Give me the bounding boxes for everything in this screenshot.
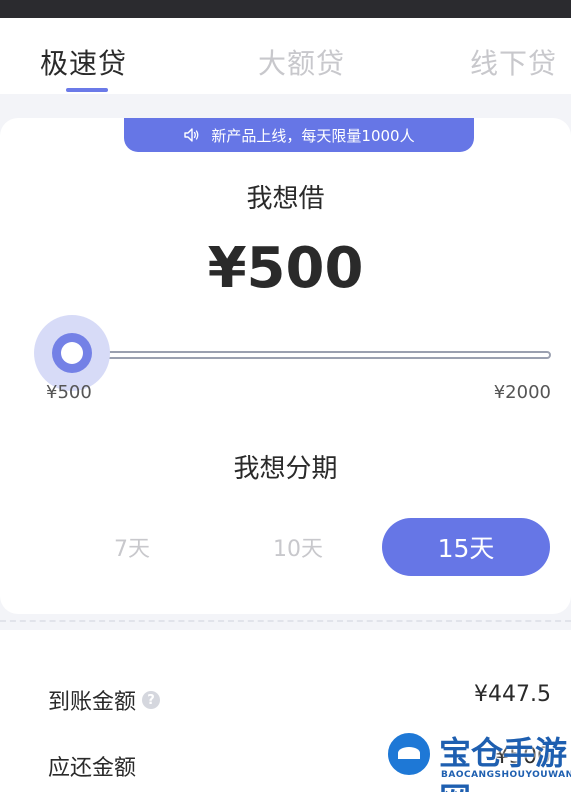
status-bar: [0, 0, 571, 18]
period-option-7-days[interactable]: 7天: [48, 518, 216, 576]
amount-slider-knob[interactable]: [52, 333, 92, 373]
period-option-10-days[interactable]: 10天: [214, 518, 382, 576]
amount-slider-track[interactable]: [70, 351, 551, 359]
site-watermark: 宝仓手游网 BAOCANGSHOUYOUWANG: [381, 722, 571, 792]
speaker-icon: [184, 128, 199, 142]
slider-max-label: ¥2000: [493, 382, 551, 403]
watermark-logo-icon: [385, 730, 433, 778]
borrow-label: 我想借: [246, 184, 325, 214]
repay-amount-label: 应还金额: [48, 756, 137, 781]
summary-row-received: 到账金额 ?: [48, 684, 161, 716]
divider: [0, 620, 571, 622]
tab-offline-loan[interactable]: 线下贷: [470, 42, 557, 82]
notice-banner: 新产品上线，每天限量1000人: [124, 118, 474, 152]
slider-min-label: ¥500: [46, 382, 92, 403]
received-amount-value: ¥447.5: [474, 682, 551, 707]
tab-fast-loan[interactable]: 极速贷: [40, 42, 127, 82]
active-tab-indicator: [66, 88, 108, 92]
tab-bar: 极速贷 大额贷 线下贷: [0, 18, 571, 94]
received-amount-label: 到账金额: [48, 690, 137, 715]
summary-row-repay: 应还金额: [48, 750, 136, 782]
help-icon[interactable]: ?: [142, 691, 161, 709]
tab-large-loan[interactable]: 大额贷: [258, 42, 345, 82]
period-label: 我想分期: [233, 454, 338, 484]
watermark-title: 宝仓手游网: [439, 734, 568, 792]
period-option-15-days[interactable]: 15天: [382, 518, 550, 576]
loan-card: 新产品上线，每天限量1000人 我想借 ¥500 ¥500 ¥2000 我想分期…: [0, 118, 571, 614]
notice-text: 新产品上线，每天限量1000人: [211, 126, 415, 145]
borrow-amount: ¥500: [207, 236, 364, 301]
watermark-subtitle: BAOCANGSHOUYOUWANG: [441, 770, 571, 780]
